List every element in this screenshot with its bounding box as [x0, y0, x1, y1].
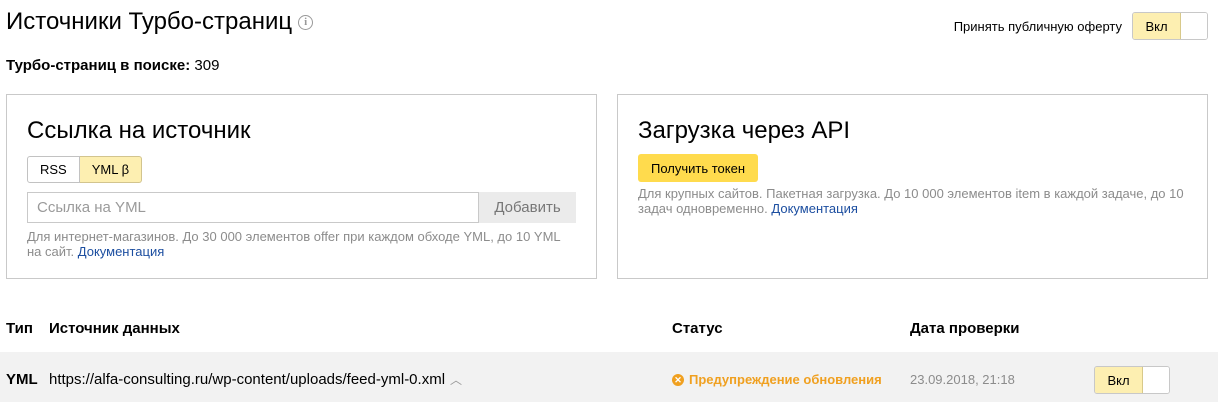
public-offer-toggle[interactable]: Вкл	[1132, 12, 1208, 40]
row-status-text: Предупреждение обновления	[689, 372, 882, 387]
page-title: Источники Турбо-страниц i	[6, 7, 314, 37]
tab-rss[interactable]: RSS	[27, 156, 80, 183]
turbo-pages-count-value: 309	[194, 57, 220, 74]
table-row[interactable]: YML https://alfa-consulting.ru/wp-conten…	[0, 352, 1218, 402]
turbo-pages-count-label: Турбо-страниц в поиске:	[6, 57, 191, 74]
public-offer-label: Принять публичную оферту	[953, 18, 1122, 34]
toggle-knob	[1181, 13, 1207, 39]
api-upload-card: Загрузка через API Получить токен Для кр…	[617, 94, 1208, 279]
tab-yml[interactable]: YML β	[79, 156, 143, 183]
warning-icon: ✕	[672, 373, 684, 386]
page-title-text: Источники Турбо-страниц	[6, 8, 293, 35]
row-check-date: 23.09.2018, 21:18	[910, 372, 1015, 387]
api-upload-title: Загрузка через API	[638, 117, 851, 144]
row-source-url: https://alfa-consulting.ru/wp-content/up…	[49, 371, 446, 388]
api-hint: Для крупных сайтов. Пакетная загрузка. Д…	[638, 186, 1198, 216]
get-token-button[interactable]: Получить токен	[638, 154, 759, 182]
chevron-up-icon[interactable]: ︿	[450, 371, 462, 388]
source-link-title: Ссылка на источник	[27, 117, 251, 144]
row-enable-toggle[interactable]: Вкл	[1094, 366, 1170, 394]
public-offer: Принять публичную оферту Вкл	[954, 12, 1208, 40]
toggle-on-label: Вкл	[1133, 13, 1181, 39]
column-header-source: Источник данных	[49, 320, 180, 337]
column-header-status: Статус	[672, 320, 723, 337]
row-status: ✕ Предупреждение обновления	[672, 372, 882, 387]
info-icon[interactable]: i	[298, 15, 314, 30]
api-documentation-link[interactable]: Документация	[771, 201, 858, 216]
api-hint-text: Для крупных сайтов. Пакетная загрузка. Д…	[638, 186, 1184, 216]
source-documentation-link[interactable]: Документация	[78, 244, 165, 259]
toggle-on-label: Вкл	[1095, 367, 1143, 393]
add-button[interactable]: Добавить	[479, 192, 576, 223]
source-link-card: Ссылка на источник RSS YML β Добавить Дл…	[6, 94, 597, 279]
source-url-input[interactable]	[27, 192, 479, 223]
column-header-type: Тип	[6, 320, 33, 337]
row-type: YML	[6, 371, 38, 388]
source-type-switch: RSS YML β	[27, 156, 143, 183]
column-header-date: Дата проверки	[910, 320, 1020, 337]
turbo-pages-count: Турбо-страниц в поиске: 309	[6, 57, 219, 74]
toggle-knob	[1143, 367, 1169, 393]
row-source: https://alfa-consulting.ru/wp-content/up…	[49, 371, 462, 388]
source-hint: Для интернет-магазинов. До 30 000 элемен…	[27, 229, 572, 259]
